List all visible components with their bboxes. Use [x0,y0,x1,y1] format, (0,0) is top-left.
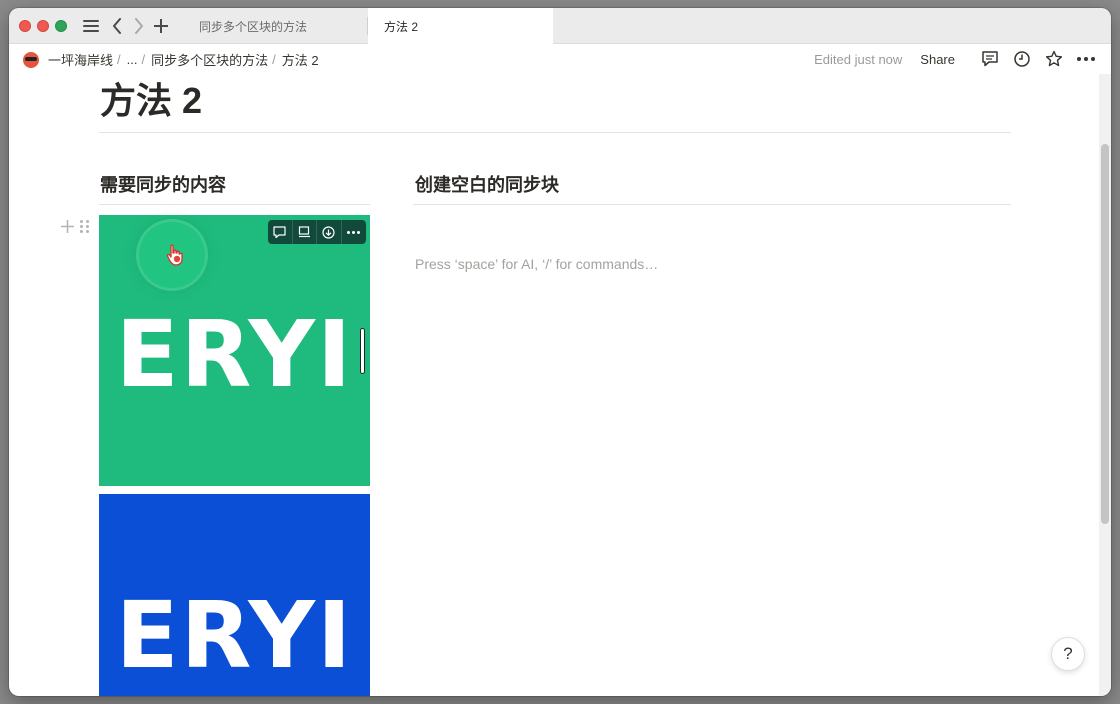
pointer-hand-icon [166,244,183,266]
breadcrumb-ellipsis[interactable]: ... [125,52,140,67]
breadcrumb-separator: / [141,52,146,67]
image-more-button[interactable] [342,220,367,244]
add-block-plus-icon[interactable] [61,220,74,233]
favorite-star-icon[interactable] [1043,48,1065,70]
history-clock-icon[interactable] [1011,48,1033,70]
share-button[interactable]: Share [920,52,955,67]
eryi-image-blue[interactable]: ERYI [99,494,370,696]
tab-sync-methods[interactable]: 同步多个区块的方法 [183,8,368,44]
back-arrow-icon[interactable] [105,14,129,38]
comment-icon[interactable] [979,48,1001,70]
workspace-emoji-icon [23,51,39,68]
help-label: ? [1063,644,1073,663]
breadcrumb-workspace[interactable]: 一坪海岸线 [46,50,115,69]
tab-label: 同步多个区块的方法 [199,19,308,34]
title-divider [99,132,1011,133]
breadcrumb-parent-page[interactable]: 同步多个区块的方法 [149,50,270,69]
breadcrumb: 一坪海岸线 / ... / 同步多个区块的方法 / 方法 2 [23,50,321,69]
more-options-icon[interactable] [1075,48,1097,70]
sidebar-menu-icon[interactable] [79,14,103,38]
app-window: 同步多个区块的方法 方法 2 一坪海岸线 / ... / 同步多个区块的方法 /… [9,8,1111,696]
empty-block-placeholder[interactable]: Press ‘space’ for AI, ‘/’ for commands… [415,256,658,272]
minimize-window-button[interactable] [37,20,49,32]
forward-arrow-icon[interactable] [127,14,151,38]
close-window-button[interactable] [19,20,31,32]
image-caption-button[interactable] [293,220,317,244]
page-title[interactable]: 方法 2 [100,72,202,124]
column-heading-right[interactable]: 创建空白的同步块 [415,171,559,197]
image-text: ERYI [115,582,354,689]
image-toolbar [268,220,366,244]
scrollbar-thumb[interactable] [1101,144,1109,524]
page-topbar: 一坪海岸线 / ... / 同步多个区块的方法 / 方法 2 Edited ju… [9,44,1111,74]
new-tab-plus-icon[interactable] [149,14,173,38]
breadcrumb-current-page[interactable]: 方法 2 [280,50,321,69]
edited-status: Edited just now [814,51,903,67]
breadcrumb-separator: / [117,52,121,67]
tab-method-2[interactable]: 方法 2 [368,8,553,44]
column-divider-left [99,204,370,205]
column-heading-left[interactable]: 需要同步的内容 [100,171,226,197]
image-download-button[interactable] [317,220,342,244]
column-divider-right [413,204,1011,205]
tab-label: 方法 2 [384,19,419,34]
drag-handle-icon[interactable] [80,220,89,233]
image-resize-handle[interactable] [360,328,365,374]
help-button[interactable]: ? [1051,637,1085,671]
page-actions: Edited just now Share [814,48,1097,70]
tab-bar: 同步多个区块的方法 方法 2 [9,8,1111,44]
image-text: ERYI [115,301,354,408]
breadcrumb-separator: / [272,52,276,67]
zoom-window-button[interactable] [55,20,67,32]
image-comment-button[interactable] [268,220,293,244]
block-handles [61,220,89,233]
